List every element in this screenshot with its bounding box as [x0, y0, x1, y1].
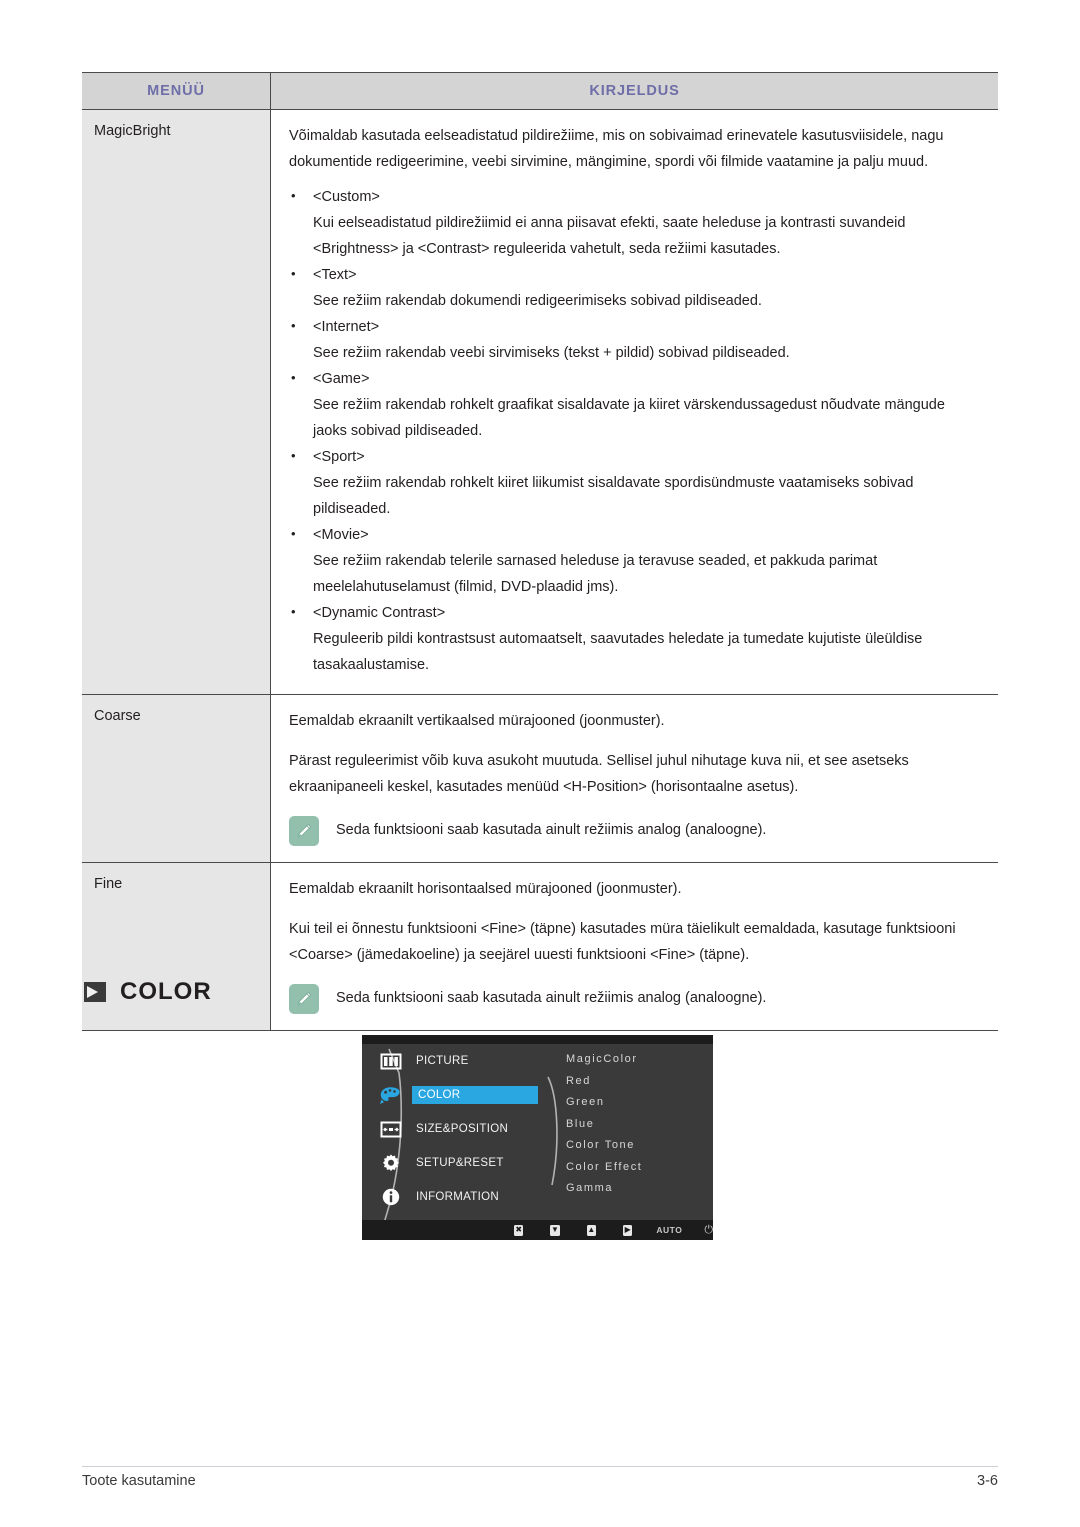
- fine-para-2: Kui teil ei õnnestu funktsiooni <Fine> (…: [289, 921, 956, 963]
- close-button-icon[interactable]: ✖: [514, 1224, 524, 1236]
- list-item: <Text> See režiim rakendab dokumendi red…: [289, 261, 982, 314]
- fine-note: Seda funktsiooni saab kasutada ainult re…: [289, 983, 982, 1014]
- fine-note-text: Seda funktsiooni saab kasutada ainult re…: [336, 990, 767, 1006]
- osd-submenu-red[interactable]: Red: [566, 1071, 706, 1093]
- size-position-icon: [376, 1121, 406, 1138]
- row-label-coarse: Coarse: [82, 694, 271, 863]
- osd-menu-label: SETUP&RESET: [416, 1157, 504, 1169]
- table-header-menu: MENÜÜ: [82, 72, 271, 110]
- coarse-para-1: Eemaldab ekraanilt vertikaalsed mürajoon…: [289, 713, 665, 729]
- up-arrow-button-icon[interactable]: ▲: [586, 1224, 597, 1236]
- osd-menu-item-information[interactable]: INFORMATION: [362, 1183, 552, 1211]
- osd-menu-item-picture[interactable]: PICTURE: [362, 1047, 552, 1075]
- osd-main-menu-list: PICTURE COLOR SIZE&POSITION SETUP&RESET …: [362, 1047, 552, 1217]
- osd-submenu-color-effect[interactable]: Color Effect: [566, 1157, 706, 1179]
- osd-top-bar: [362, 1035, 713, 1044]
- table-row-coarse: Coarse Eemaldab ekraanilt vertikaalsed m…: [82, 694, 998, 863]
- bullet-title-dynamic-contrast: <Dynamic Contrast>: [289, 599, 982, 626]
- bullet-body-custom: Kui eelseadistatud pildirežiimid ei anna…: [313, 215, 906, 257]
- osd-menu-screenshot: PICTURE COLOR SIZE&POSITION SETUP&RESET …: [362, 1035, 713, 1240]
- auto-button-label[interactable]: AUTO: [656, 1225, 682, 1235]
- osd-menu-label: INFORMATION: [416, 1191, 499, 1203]
- bullet-body-sport: See režiim rakendab rohkelt kiiret liiku…: [313, 475, 914, 517]
- magicbright-intro: Võimaldab kasutada eelseadistatud pildir…: [289, 128, 944, 170]
- coarse-para-2: Pärast reguleerimist võib kuva asukoht m…: [289, 753, 909, 795]
- coarse-note: Seda funktsiooni saab kasutada ainult re…: [289, 815, 982, 846]
- bullet-body-movie: See režiim rakendab telerile sarnased he…: [313, 553, 878, 595]
- picture-icon: [376, 1053, 406, 1070]
- coarse-note-text: Seda funktsiooni saab kasutada ainult re…: [336, 822, 767, 838]
- bullet-body-dynamic-contrast: Reguleerib pildi kontrastsust automaatse…: [313, 631, 923, 673]
- bullet-body-text: See režiim rakendab dokumendi redigeerim…: [313, 293, 762, 309]
- osd-submenu-color-tone[interactable]: Color Tone: [566, 1135, 706, 1157]
- osd-menu-label: SIZE&POSITION: [416, 1123, 509, 1135]
- list-item: <Custom> Kui eelseadistatud pildirežiimi…: [289, 183, 982, 262]
- gear-icon: [376, 1153, 406, 1173]
- osd-submenu-gamma[interactable]: Gamma: [566, 1178, 706, 1200]
- osd-menu-item-size-position[interactable]: SIZE&POSITION: [362, 1115, 552, 1143]
- row-description-fine: Eemaldab ekraanilt horisontaalsed mürajo…: [270, 862, 998, 1031]
- list-item: <Dynamic Contrast> Reguleerib pildi kont…: [289, 599, 982, 678]
- bullet-title-text: <Text>: [289, 261, 982, 288]
- footer-divider: [82, 1466, 998, 1468]
- osd-submenu-blue[interactable]: Blue: [566, 1114, 706, 1136]
- footer-left-label: Toote kasutamine: [82, 1473, 196, 1489]
- table-header-row: MENÜÜ KIRJELDUS: [82, 72, 998, 110]
- osd-menu-label: PICTURE: [416, 1055, 469, 1067]
- down-arrow-button-icon[interactable]: ▼: [550, 1224, 560, 1236]
- arrow-marker-icon: [84, 982, 106, 1002]
- menu-description-table: MENÜÜ KIRJELDUS MagicBright Võimaldab ka…: [82, 72, 998, 1031]
- fine-para-1: Eemaldab ekraanilt horisontaalsed mürajo…: [289, 881, 682, 897]
- row-description-magicbright: Võimaldab kasutada eelseadistatud pildir…: [270, 109, 998, 695]
- bullet-body-game: See režiim rakendab rohkelt graafikat si…: [313, 397, 945, 439]
- bullet-title-game: <Game>: [289, 365, 982, 392]
- osd-menu-label: COLOR: [412, 1086, 538, 1104]
- osd-menu-item-setup-reset[interactable]: SETUP&RESET: [362, 1149, 552, 1177]
- bullet-title-internet: <Internet>: [289, 313, 982, 340]
- power-button-icon[interactable]: ⏻: [704, 1224, 713, 1237]
- magicbright-bullet-list: <Custom> Kui eelseadistatud pildirežiimi…: [289, 183, 982, 678]
- list-item: <Sport> See režiim rakendab rohkelt kiir…: [289, 443, 982, 522]
- bullet-title-movie: <Movie>: [289, 521, 982, 548]
- information-icon: [376, 1187, 406, 1207]
- osd-menu-item-color[interactable]: COLOR: [362, 1081, 552, 1109]
- pencil-note-icon: [289, 984, 319, 1014]
- list-item: <Game> See režiim rakendab rohkelt graaf…: [289, 365, 982, 444]
- section-heading-color: COLOR: [84, 978, 212, 1006]
- table-header-description: KIRJELDUS: [270, 72, 998, 110]
- list-item: <Movie> See režiim rakendab telerile sar…: [289, 521, 982, 600]
- enter-button-icon[interactable]: ▶: [623, 1224, 633, 1236]
- bullet-title-sport: <Sport>: [289, 443, 982, 470]
- osd-submenu-magiccolor[interactable]: MagicColor: [566, 1049, 706, 1071]
- osd-bottom-bar: ✖ ▼ ▲ ▶ AUTO ⏻: [362, 1220, 713, 1240]
- document-page: MENÜÜ KIRJELDUS MagicBright Võimaldab ka…: [0, 0, 1080, 1527]
- row-label-magicbright: MagicBright: [82, 109, 271, 695]
- page-footer: Toote kasutamine 3-6: [82, 1473, 998, 1489]
- footer-page-number: 3-6: [977, 1473, 998, 1489]
- page-title: COLOR: [120, 978, 212, 1005]
- table-row-magicbright: MagicBright Võimaldab kasutada eelseadis…: [82, 109, 998, 695]
- pencil-note-icon: [289, 816, 319, 846]
- table-row-fine: Fine Eemaldab ekraanilt horisontaalsed m…: [82, 862, 998, 1031]
- bullet-body-internet: See režiim rakendab veebi sirvimiseks (t…: [313, 345, 790, 361]
- bullet-title-custom: <Custom>: [289, 183, 982, 210]
- color-palette-icon: [376, 1085, 406, 1105]
- osd-submenu-green[interactable]: Green: [566, 1092, 706, 1114]
- list-item: <Internet> See režiim rakendab veebi sir…: [289, 313, 982, 366]
- row-description-coarse: Eemaldab ekraanilt vertikaalsed mürajoon…: [270, 694, 998, 863]
- osd-submenu-list: MagicColor Red Green Blue Color Tone Col…: [566, 1049, 706, 1200]
